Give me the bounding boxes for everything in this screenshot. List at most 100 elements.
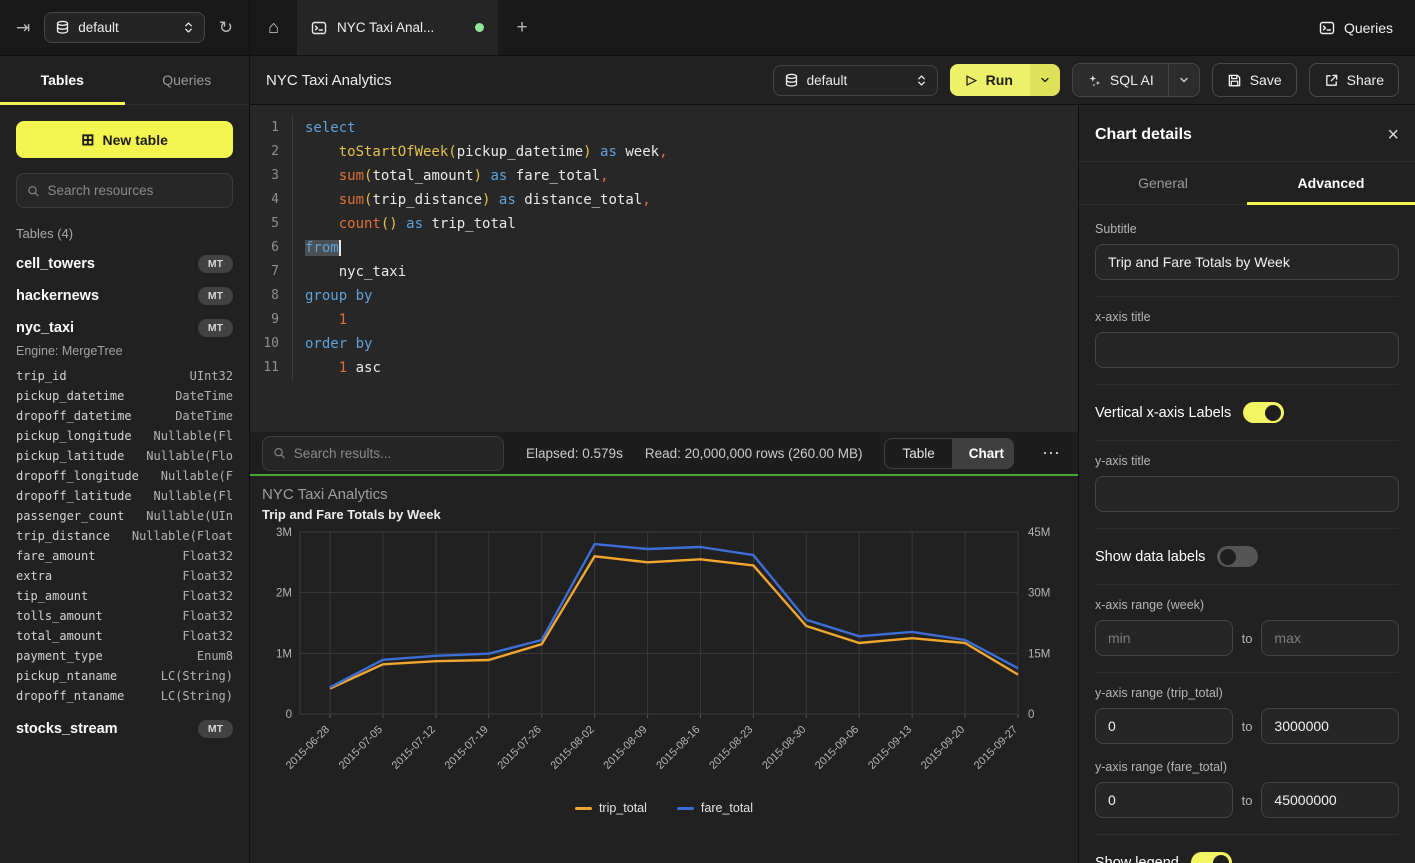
column-type: Enum8 bbox=[197, 646, 233, 666]
code-text: group by bbox=[292, 284, 372, 308]
tab-title: NYC Taxi Anal... bbox=[337, 20, 434, 35]
x-axis-range-label: x-axis range (week) bbox=[1095, 598, 1399, 612]
column-row: extra Float32 bbox=[16, 566, 233, 586]
play-icon: ▷ bbox=[967, 72, 977, 88]
panel-header: Chart details × bbox=[1079, 105, 1415, 162]
table-name: hackernews bbox=[16, 288, 99, 304]
column-name: passenger_count bbox=[16, 506, 124, 526]
column-type: DateTime bbox=[175, 406, 233, 426]
more-options-icon[interactable]: ⋯ bbox=[1036, 443, 1066, 464]
table-item-stocks_stream[interactable]: stocks_stream MT bbox=[16, 720, 233, 738]
sql-ai-options-button[interactable] bbox=[1168, 64, 1199, 96]
left-axis-tick: 0 bbox=[286, 709, 292, 721]
chart-legend: trip_total fare_total bbox=[262, 801, 1066, 815]
results-chart: 001M15M2M30M3M45M2015-06-282015-07-05201… bbox=[262, 522, 1066, 799]
collapse-sidebar-icon[interactable]: ⇥ bbox=[16, 19, 30, 36]
unsaved-status-dot bbox=[475, 23, 484, 32]
code-text: nyc_taxi bbox=[292, 260, 406, 284]
code-text: count() as trip_total bbox=[292, 212, 516, 236]
results-search-input[interactable] bbox=[294, 446, 493, 461]
save-button[interactable]: Save bbox=[1212, 63, 1297, 97]
search-icon bbox=[27, 184, 40, 198]
tab-tables[interactable]: Tables bbox=[0, 56, 125, 104]
results-bar: Elapsed: 0.579s Read: 20,000,000 rows (2… bbox=[250, 432, 1078, 476]
show-data-labels-toggle[interactable] bbox=[1217, 546, 1258, 567]
column-row: dropoff_ntaname LC(String) bbox=[16, 686, 233, 706]
y-range-fare-max-input[interactable] bbox=[1261, 782, 1399, 818]
sidebar-body: ⊞ New table Tables (4) cell_towers MT ha… bbox=[0, 105, 249, 738]
resource-search-input[interactable] bbox=[48, 183, 222, 198]
table-item-nyc_taxi[interactable]: nyc_taxi MT bbox=[16, 319, 233, 337]
subtitle-input[interactable] bbox=[1095, 244, 1399, 280]
column-name: dropoff_ntaname bbox=[16, 686, 124, 706]
database-label: default bbox=[78, 20, 119, 35]
column-row: total_amount Float32 bbox=[16, 626, 233, 646]
x-range-min-input[interactable] bbox=[1095, 620, 1233, 656]
save-icon bbox=[1227, 73, 1242, 88]
share-label: Share bbox=[1347, 72, 1384, 88]
column-row: tip_amount Float32 bbox=[16, 586, 233, 606]
y-range-fare-min-input[interactable] bbox=[1095, 782, 1233, 818]
table-item-cell_towers[interactable]: cell_towers MT bbox=[16, 255, 233, 273]
share-button[interactable]: Share bbox=[1309, 63, 1399, 97]
left-axis-tick: 2M bbox=[276, 588, 292, 600]
sql-ai-button[interactable]: SQL AI bbox=[1073, 64, 1168, 96]
run-button[interactable]: ▷ Run bbox=[950, 64, 1030, 96]
vertical-x-axis-labels-toggle[interactable] bbox=[1243, 402, 1284, 423]
x-range-max-input[interactable] bbox=[1261, 620, 1399, 656]
y-axis-title-input[interactable] bbox=[1095, 476, 1399, 512]
x-tick-label: 2015-06-28 bbox=[284, 724, 332, 772]
home-icon[interactable]: ⌂ bbox=[250, 0, 297, 55]
query-toolbar: NYC Taxi Analytics default ▷ Run SQL AI bbox=[250, 56, 1415, 105]
toolbar-database-selector[interactable]: default bbox=[773, 65, 938, 96]
y-axis-range-trip-label: y-axis range (trip_total) bbox=[1095, 686, 1399, 700]
tab-advanced[interactable]: Advanced bbox=[1247, 162, 1415, 204]
sql-editor[interactable]: 1 select 2 toStartOfWeek(pickup_datetime… bbox=[250, 105, 1078, 432]
table-view-button[interactable]: Table bbox=[885, 439, 951, 468]
column-type: Nullable(UIn bbox=[146, 506, 233, 526]
column-type: Float32 bbox=[182, 566, 233, 586]
toolbar-database-label: default bbox=[807, 73, 848, 88]
legend-label: fare_total bbox=[701, 801, 753, 815]
legend-item-fare_total[interactable]: fare_total bbox=[677, 801, 753, 815]
line-number: 6 bbox=[250, 236, 292, 260]
column-row: dropoff_latitude Nullable(Fl bbox=[16, 486, 233, 506]
topbar-left: ⇥ default ↻ bbox=[0, 0, 250, 55]
y-range-trip-min-input[interactable] bbox=[1095, 708, 1233, 744]
query-tab[interactable]: NYC Taxi Anal... bbox=[297, 0, 498, 55]
x-tick-label: 2015-09-06 bbox=[813, 724, 861, 772]
line-number: 8 bbox=[250, 284, 292, 308]
tab-strip: ⌂ NYC Taxi Anal... + bbox=[250, 0, 1297, 55]
editor-line: 5 count() as trip_total bbox=[250, 212, 1078, 236]
run-options-button[interactable] bbox=[1030, 64, 1060, 96]
editor-line: 11 1 asc bbox=[250, 356, 1078, 380]
rows-read: Read: 20,000,000 rows (260.00 MB) bbox=[645, 446, 863, 461]
table-item-hackernews[interactable]: hackernews MT bbox=[16, 287, 233, 305]
refresh-icon[interactable]: ↻ bbox=[219, 19, 233, 36]
new-tab-button[interactable]: + bbox=[498, 0, 546, 55]
engine-badge: MT bbox=[198, 255, 233, 273]
x-tick-label: 2015-08-16 bbox=[654, 724, 702, 772]
queries-button[interactable]: Queries bbox=[1297, 0, 1415, 55]
right-axis-tick: 0 bbox=[1028, 709, 1034, 721]
tab-queries[interactable]: Queries bbox=[125, 56, 250, 104]
show-legend-toggle[interactable] bbox=[1191, 852, 1232, 863]
chart-view-button[interactable]: Chart bbox=[952, 439, 1014, 468]
x-axis-title-input[interactable] bbox=[1095, 332, 1399, 368]
y-range-trip-max-input[interactable] bbox=[1261, 708, 1399, 744]
database-selector[interactable]: default bbox=[44, 12, 205, 43]
editor-line: 8 group by bbox=[250, 284, 1078, 308]
tab-general[interactable]: General bbox=[1079, 162, 1247, 204]
close-icon[interactable]: × bbox=[1387, 125, 1399, 145]
legend-item-trip_total[interactable]: trip_total bbox=[575, 801, 647, 815]
query-title: NYC Taxi Analytics bbox=[266, 72, 392, 89]
x-tick-label: 2015-07-19 bbox=[443, 724, 491, 772]
column-name: pickup_ntaname bbox=[16, 666, 117, 686]
sidebar: Tables Queries ⊞ New table Tables (4) ce… bbox=[0, 56, 250, 863]
new-table-button[interactable]: ⊞ New table bbox=[16, 121, 233, 158]
x-tick-label: 2015-08-23 bbox=[707, 724, 755, 772]
column-type: Nullable(Fl bbox=[154, 426, 233, 446]
sidebar-tabs: Tables Queries bbox=[0, 56, 249, 105]
resource-search bbox=[16, 173, 233, 208]
x-tick-label: 2015-09-13 bbox=[866, 724, 914, 772]
